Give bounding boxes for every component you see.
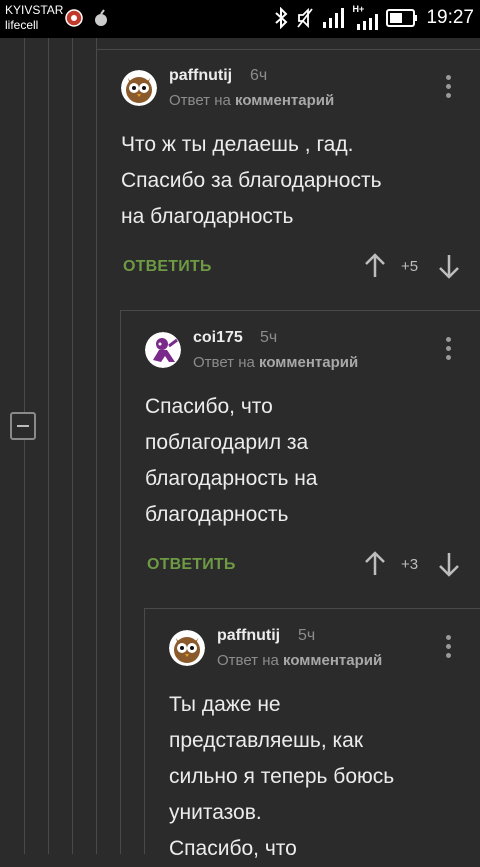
clock: 19:27 xyxy=(426,7,474,28)
downvote-arrow-icon[interactable] xyxy=(438,253,460,279)
collapse-thread-button[interactable] xyxy=(10,412,36,440)
reply-to-line: Ответ на комментарий xyxy=(217,652,382,669)
comment-age: 6ч xyxy=(250,67,268,84)
owl-avatar-icon xyxy=(121,70,157,106)
upvote-arrow-icon[interactable] xyxy=(364,551,386,577)
reply-prefix: Ответ на xyxy=(193,354,255,371)
comment-text: Что ж ты делаешь , гад. Спасибо за благо… xyxy=(121,133,382,228)
avatar[interactable] xyxy=(121,70,157,106)
system-icons: H+ 19:27 xyxy=(274,4,474,30)
bluetooth-icon xyxy=(275,7,288,29)
avatar[interactable] xyxy=(169,630,205,666)
battery-icon xyxy=(386,9,418,27)
mute-icon xyxy=(297,7,314,29)
thread-line xyxy=(72,38,73,854)
carrier-2: lifecell xyxy=(5,18,39,32)
carrier-1: KYIVSTAR xyxy=(5,3,64,17)
thread-line xyxy=(144,608,145,854)
mobile-data-icon: H+ xyxy=(352,4,379,30)
owl-avatar-icon xyxy=(169,630,205,666)
reply-button[interactable]: ОТВЕТИТЬ xyxy=(123,258,212,276)
thread-line xyxy=(48,38,49,854)
record-notification-icon xyxy=(65,9,83,27)
thread-line xyxy=(96,38,97,854)
thread-line xyxy=(120,310,121,854)
avatar[interactable] xyxy=(145,332,181,368)
signal-icon xyxy=(323,8,345,28)
score: +5 xyxy=(401,258,419,275)
comment-age: 5ч xyxy=(260,329,278,346)
reply-to-line: Ответ на комментарий xyxy=(169,92,334,109)
username[interactable]: coi175 xyxy=(193,329,243,347)
thread-branch xyxy=(96,49,480,50)
carrier-names: KYIVSTAR lifecell xyxy=(5,3,63,33)
status-bar: KYIVSTAR lifecell H+ 19:27 xyxy=(0,0,480,38)
thread-branch xyxy=(120,310,480,311)
thread-line xyxy=(24,440,25,854)
reply-button[interactable]: ОТВЕТИТЬ xyxy=(147,556,236,574)
thread-line xyxy=(24,38,25,412)
purple-figure-avatar-icon xyxy=(145,332,181,368)
more-options-icon[interactable] xyxy=(443,75,453,99)
username[interactable]: paffnutij xyxy=(169,67,232,85)
more-options-icon[interactable] xyxy=(443,337,453,361)
comment-text: Ты даже не представляешь, как сильно я т… xyxy=(169,693,395,860)
reply-prefix: Ответ на xyxy=(217,652,279,669)
more-options-icon[interactable] xyxy=(443,635,453,659)
thread-branch xyxy=(144,608,480,609)
bomb-notification-icon xyxy=(95,9,107,26)
notification-icons xyxy=(64,8,110,28)
username[interactable]: paffnutij xyxy=(217,627,280,645)
reply-prefix: Ответ на xyxy=(169,92,231,109)
comment-text: Спасибо, что поблагодарил за благодарнос… xyxy=(145,395,318,526)
reply-to-line: Ответ на комментарий xyxy=(193,354,358,371)
comment-age: 5ч xyxy=(298,627,316,644)
reply-target-link[interactable]: комментарий xyxy=(283,652,382,669)
minus-icon xyxy=(17,425,29,427)
downvote-arrow-icon[interactable] xyxy=(438,551,460,577)
reply-target-link[interactable]: комментарий xyxy=(259,354,358,371)
reply-target-link[interactable]: комментарий xyxy=(235,92,334,109)
upvote-arrow-icon[interactable] xyxy=(364,253,386,279)
score: +3 xyxy=(401,556,419,573)
network-type: H+ xyxy=(352,4,365,14)
